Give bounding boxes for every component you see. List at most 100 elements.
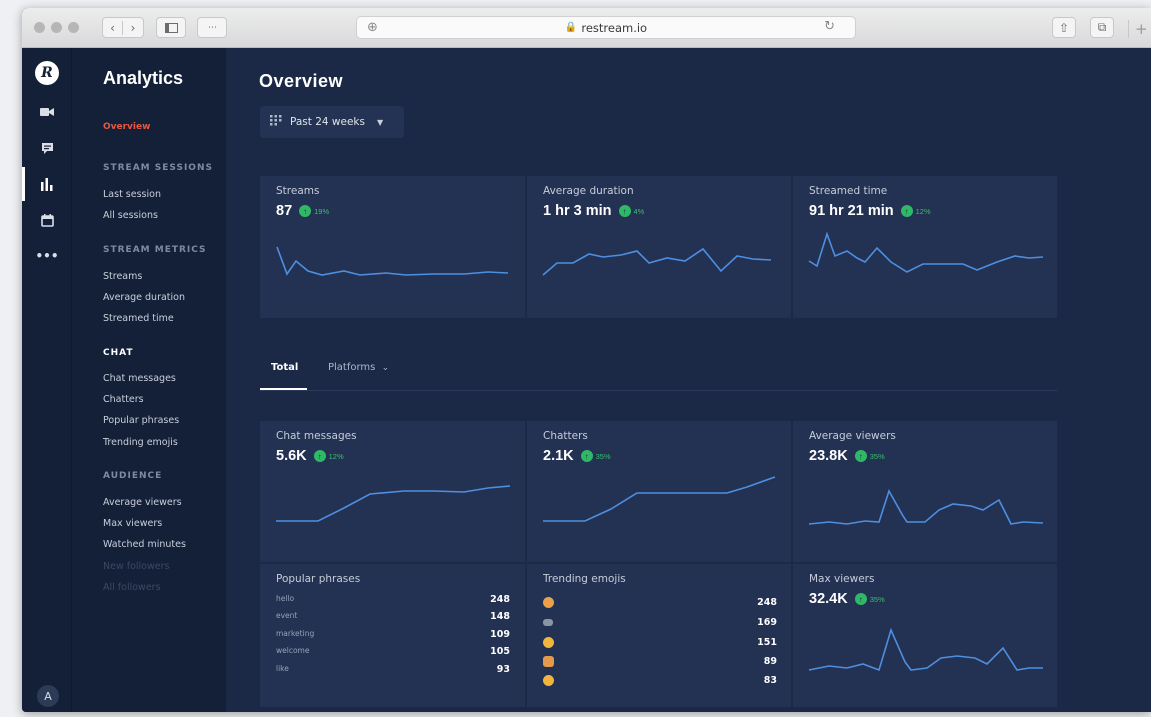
max-viewers-sparkline (808, 627, 1043, 672)
emoji-count: 151 (757, 637, 777, 648)
emoji-5-icon (543, 675, 554, 686)
sidebar-toggle-button[interactable] (156, 17, 186, 38)
sidebar-title: Analytics (103, 68, 184, 88)
sidebar-item-all-sessions[interactable]: All sessions (103, 210, 158, 221)
phrase-count: 105 (490, 646, 510, 657)
change-badge: ↑ 19% (299, 205, 329, 217)
section-heading-chat: CHAT (103, 348, 134, 358)
chat-messages-card[interactable]: Chat messages 5.6K ↑ 12% (260, 421, 525, 562)
list-item: 248 (543, 597, 777, 611)
popular-phrases-card[interactable]: Popular phrases hello 248 event 148 mark… (260, 564, 525, 707)
card-value-number: 23.8K (809, 448, 848, 464)
sidebar-item-last-session[interactable]: Last session (103, 189, 161, 200)
arrow-up-icon: ↑ (313, 450, 326, 462)
card-value: 23.8K ↑ 35% (809, 448, 885, 464)
sidebar-item-trending-emojis[interactable]: Trending emojis (103, 437, 178, 448)
list-item: 169 (543, 617, 777, 631)
sidebar-item-overview[interactable]: Overview (103, 122, 150, 132)
sidebar-item-max-viewers[interactable]: Max viewers (103, 518, 162, 529)
new-tab-icon[interactable]: + (1128, 20, 1151, 38)
back-icon[interactable]: ‹ (103, 20, 123, 35)
arrow-up-icon: ↑ (580, 450, 593, 462)
card-value-number: 2.1K (543, 448, 574, 464)
calendar-icon[interactable] (34, 209, 60, 231)
emoji-count: 248 (757, 597, 777, 608)
avatar[interactable]: A (37, 685, 59, 707)
phrase-count: 93 (496, 664, 510, 675)
chat-icon[interactable] (34, 137, 60, 159)
tab-platforms[interactable]: Platforms ⌄ (328, 362, 389, 373)
grid-icon: ⋯ (208, 22, 217, 33)
change-percent: 12% (328, 451, 344, 461)
minimize-window-button[interactable] (51, 22, 62, 33)
sidebar-item-chatters[interactable]: Chatters (103, 394, 144, 405)
privacy-icon[interactable]: ⊕ (367, 20, 378, 35)
max-viewers-card[interactable]: Max viewers 32.4K ↑ 35% (793, 564, 1057, 707)
main-content: Overview Past 24 weeks ▼ Streams 87 ↑ 19% (226, 48, 1151, 712)
icon-rail: R ••• A (22, 48, 72, 712)
arrow-up-icon: ↑ (299, 205, 312, 217)
card-label: Streams (276, 185, 320, 197)
share-button[interactable]: ⇧ (1052, 17, 1076, 38)
list-item: 83 (543, 675, 777, 689)
chatters-card[interactable]: Chatters 2.1K ↑ 35% (527, 421, 791, 562)
sidebar-item-chat-messages[interactable]: Chat messages (103, 373, 176, 384)
arrow-up-icon: ↑ (854, 593, 867, 605)
share-icon: ⇧ (1058, 20, 1070, 35)
card-value: 1 hr 3 min ↑ 4% (543, 203, 644, 219)
section-heading-stream-sessions: STREAM SESSIONS (103, 163, 213, 173)
section-heading-audience: AUDIENCE (103, 471, 163, 481)
sidebar-item-average-viewers[interactable]: Average viewers (103, 497, 182, 508)
sidebar-item-watched-minutes[interactable]: Watched minutes (103, 539, 186, 550)
change-percent: 35% (595, 451, 611, 461)
average-duration-sparkline (542, 247, 772, 276)
calendar-grid-icon (270, 115, 282, 129)
browser-window: ‹ › ⋯ ⊕ 🔒 restream.io ↻ ⇧ ⧉ + R ••• A An… (22, 8, 1151, 712)
sidebar-item-average-duration[interactable]: Average duration (103, 292, 185, 303)
phrase-text: like (276, 664, 289, 673)
list-item: welcome 105 (276, 646, 510, 660)
card-value: 2.1K ↑ 35% (543, 448, 611, 464)
url-text: restream.io (581, 20, 648, 35)
date-range-dropdown[interactable]: Past 24 weeks ▼ (260, 106, 404, 138)
date-range-label: Past 24 weeks (290, 116, 365, 128)
streamed-time-card[interactable]: Streamed time 91 hr 21 min ↑ 12% (793, 176, 1057, 318)
address-bar[interactable]: ⊕ 🔒 restream.io ↻ (356, 16, 856, 39)
change-badge: ↑ 35% (580, 450, 611, 462)
forward-icon[interactable]: › (123, 21, 143, 35)
close-window-button[interactable] (34, 22, 45, 33)
average-viewers-card[interactable]: Average viewers 23.8K ↑ 35% (793, 421, 1057, 562)
tab-total[interactable]: Total (271, 362, 298, 373)
lock-icon: 🔒 (564, 22, 578, 33)
emoji-count: 83 (763, 675, 777, 686)
list-item: 151 (543, 637, 777, 651)
sidebar-icon (164, 22, 178, 33)
average-duration-card[interactable]: Average duration 1 hr 3 min ↑ 4% (527, 176, 791, 318)
streams-card[interactable]: Streams 87 ↑ 19% (260, 176, 525, 318)
video-icon[interactable] (34, 101, 60, 123)
analytics-icon[interactable] (22, 167, 60, 201)
sidebar-item-all-followers: All followers (103, 582, 161, 593)
reload-icon[interactable]: ↻ (824, 19, 835, 34)
tabs-button[interactable]: ⧉ (1090, 17, 1114, 38)
restream-logo[interactable]: R (35, 61, 59, 85)
card-value: 32.4K ↑ 35% (809, 591, 885, 607)
sidebar-item-streamed-time[interactable]: Streamed time (103, 313, 174, 324)
sidebar-item-streams[interactable]: Streams (103, 271, 142, 282)
phrase-count: 148 (490, 611, 510, 622)
change-badge: ↑ 35% (854, 450, 885, 462)
zoom-window-button[interactable] (68, 22, 79, 33)
tab-grid-button[interactable]: ⋯ (197, 17, 227, 38)
change-percent: 19% (314, 206, 330, 216)
trending-emojis-card[interactable]: Trending emojis 248 169 151 89 83 (527, 564, 791, 707)
back-forward-buttons: ‹ › (102, 17, 144, 38)
card-label: Chat messages (276, 430, 357, 442)
active-tab-indicator (260, 388, 307, 390)
change-percent: 35% (869, 594, 885, 604)
list-item: marketing 109 (276, 629, 510, 643)
chevron-down-icon: ⌄ (381, 363, 390, 373)
more-icon[interactable]: ••• (34, 245, 60, 267)
card-value-number: 1 hr 3 min (543, 203, 612, 219)
page-title: Overview (259, 71, 344, 91)
sidebar-item-popular-phrases[interactable]: Popular phrases (103, 415, 179, 426)
